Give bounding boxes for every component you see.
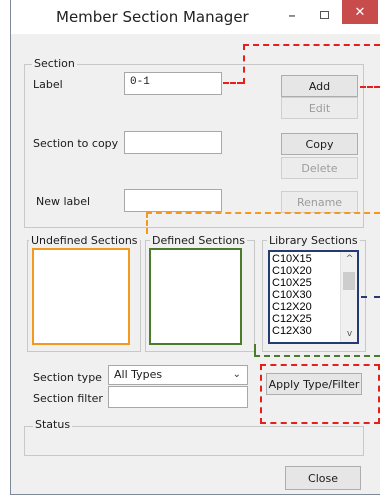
close-button[interactable]: Close [285, 466, 361, 490]
status-groupbox [24, 426, 364, 456]
new-label-caption: New label [36, 195, 91, 208]
edit-button[interactable]: Edit [281, 97, 358, 119]
section-to-copy-caption: Section to copy [33, 137, 119, 150]
defined-sections-title: Defined Sections [150, 234, 247, 247]
chevron-down-icon: ⌄ [232, 369, 241, 380]
annotation-orange-connector-top [146, 212, 380, 214]
close-window-button[interactable]: ✕ [342, 0, 378, 24]
defined-sections-list[interactable] [149, 248, 242, 345]
undefined-sections-title: Undefined Sections [29, 234, 140, 247]
rename-button[interactable]: Rename [281, 191, 358, 213]
list-item[interactable]: C12X20 [272, 301, 312, 313]
library-sections-list[interactable]: C10X15 C10X20 C10X25 C10X30 C12X20 C12X2… [268, 250, 359, 344]
list-item[interactable]: C12X25 [272, 313, 312, 325]
list-item[interactable]: C10X15 [272, 253, 312, 265]
section-type-caption: Section type [33, 371, 102, 384]
add-button[interactable]: Add [281, 75, 358, 97]
maximize-icon [319, 11, 329, 19]
label-input[interactable]: 0-1 [124, 72, 222, 95]
maximize-button[interactable] [310, 2, 338, 28]
annotation-red-connector-stub [223, 82, 243, 84]
chevron-down-icon[interactable]: v [341, 329, 357, 339]
annotation-navy-connector [361, 296, 380, 298]
minimize-button[interactable]: – [278, 2, 306, 28]
label-caption: Label [33, 78, 63, 91]
chevron-up-icon[interactable]: ^ [341, 254, 357, 264]
section-type-select[interactable]: All Types ⌄ [108, 365, 248, 385]
list-item[interactable]: C10X25 [272, 277, 312, 289]
annotation-red-connector-top [243, 44, 380, 46]
annotation-orange-connector-vertical [146, 212, 148, 234]
annotation-green-connector-bottom [254, 355, 380, 357]
list-item[interactable]: C10X30 [272, 289, 312, 301]
section-type-value: All Types [114, 368, 163, 381]
section-group-title: Section [32, 57, 77, 70]
section-to-copy-input[interactable] [124, 131, 222, 154]
annotation-red-box [260, 364, 380, 424]
minimize-icon: – [288, 6, 296, 24]
window-title: Member Section Manager [56, 8, 249, 26]
annotation-red-connector-vertical [243, 44, 245, 84]
status-title: Status [33, 418, 73, 431]
library-scrollbar[interactable]: ^ v [340, 252, 357, 342]
section-filter-caption: Section filter [33, 392, 103, 405]
section-filter-input[interactable] [108, 386, 248, 408]
copy-button[interactable]: Copy [281, 133, 358, 155]
list-item[interactable]: C12X30 [272, 325, 312, 337]
annotation-red-connector-right [360, 86, 380, 88]
scrollbar-thumb[interactable] [343, 272, 355, 290]
library-sections-title: Library Sections [267, 234, 360, 247]
delete-button[interactable]: Delete [281, 157, 358, 179]
list-item[interactable]: C10X20 [272, 265, 312, 277]
close-icon: ✕ [354, 4, 366, 20]
undefined-sections-list[interactable] [32, 248, 130, 345]
new-label-input[interactable] [124, 189, 222, 212]
